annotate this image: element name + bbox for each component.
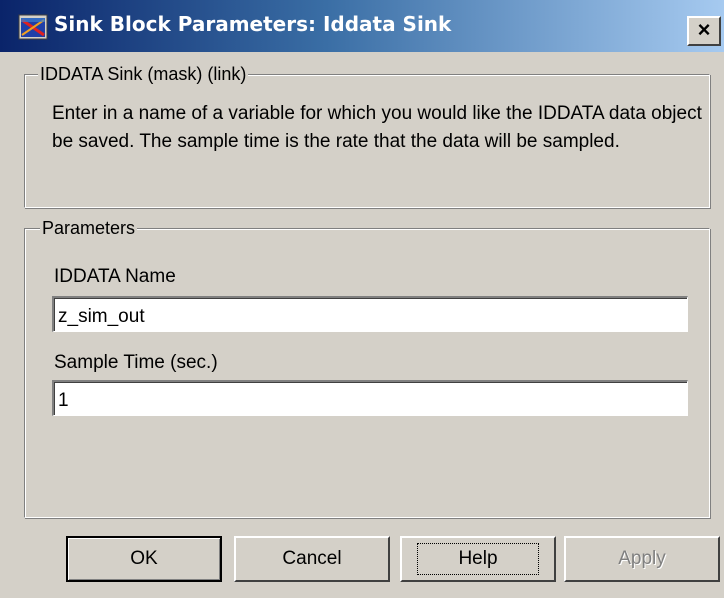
parameters-group-legend: Parameters [40, 218, 138, 239]
mask-group-legend: IDDATA Sink (mask) (link) [38, 64, 249, 85]
close-icon: × [697, 17, 711, 42]
sample-time-input[interactable] [52, 380, 688, 416]
ok-button[interactable]: OK [66, 536, 222, 582]
cancel-button[interactable]: Cancel [234, 536, 390, 582]
cancel-button-label: Cancel [282, 548, 342, 569]
apply-button-label: Apply [618, 548, 666, 569]
mask-description: Enter in a name of a variable for which … [52, 103, 702, 152]
iddata-name-label: IDDATA Name [54, 266, 176, 287]
ok-button-label: OK [130, 548, 158, 569]
close-button[interactable]: × [687, 16, 721, 46]
window-title: Sink Block Parameters: Iddata Sink [54, 12, 452, 36]
dialog-window: Sink Block Parameters: Iddata Sink × IDD… [0, 0, 724, 598]
help-button-label: Help [417, 543, 539, 575]
help-button[interactable]: Help [400, 536, 556, 582]
title-bar[interactable]: Sink Block Parameters: Iddata Sink × [0, 0, 724, 52]
iddata-name-input[interactable] [52, 296, 688, 332]
simulink-block-icon[interactable] [18, 14, 48, 40]
apply-button[interactable]: Apply [564, 536, 720, 582]
sample-time-label: Sample Time (sec.) [54, 352, 218, 373]
